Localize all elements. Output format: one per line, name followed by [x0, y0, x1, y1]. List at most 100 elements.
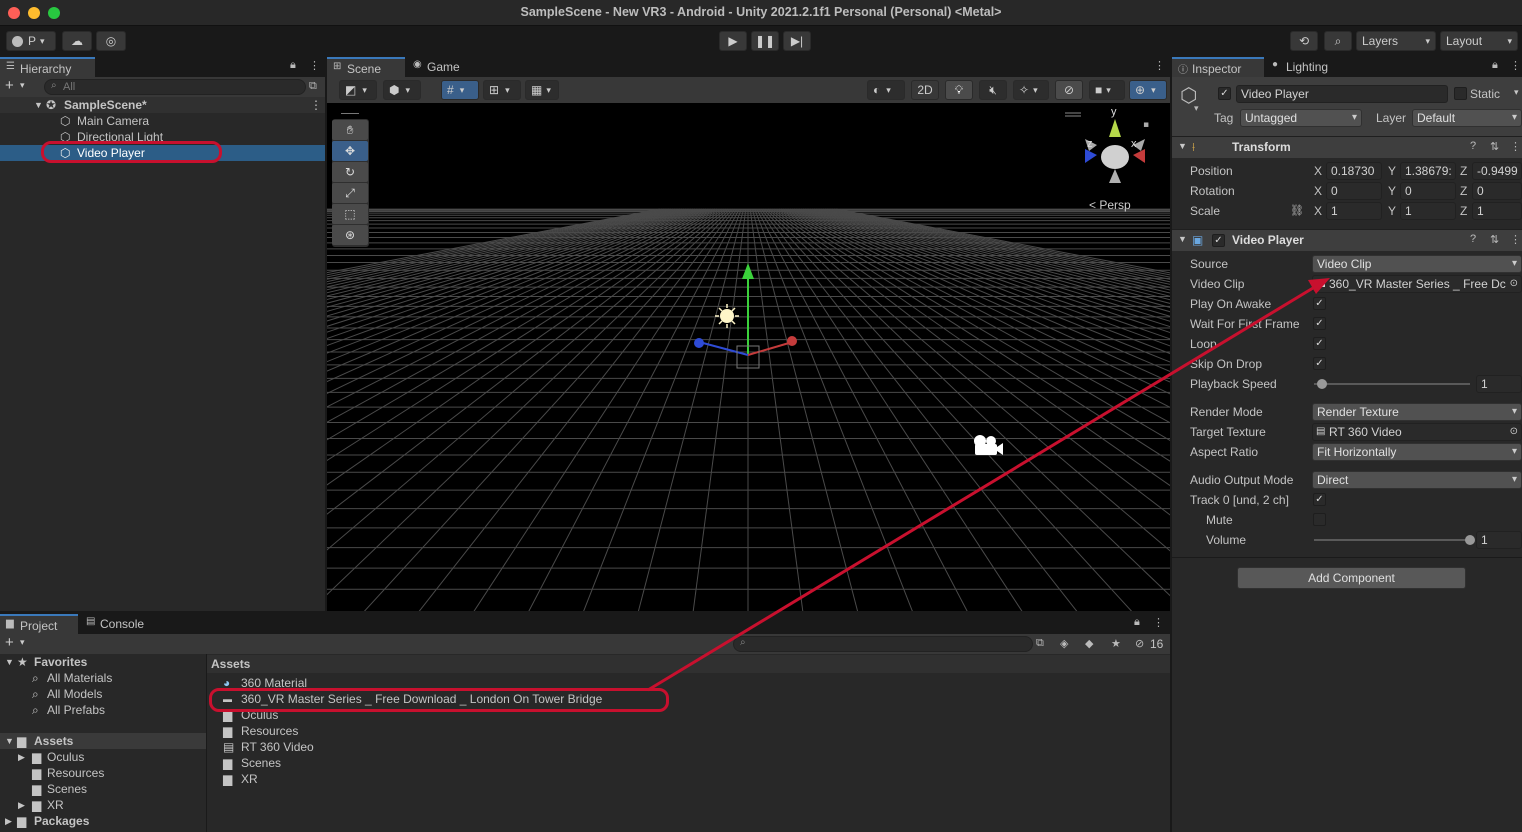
- position-y-input[interactable]: 1.38679:: [1400, 162, 1456, 180]
- tab-game[interactable]: ◉ Game: [407, 57, 477, 77]
- grid-snap-toggle[interactable]: # ▾: [441, 80, 479, 100]
- camera-dropdown[interactable]: ■ ▾: [1089, 80, 1125, 100]
- rotate-tool-button[interactable]: ↻: [332, 162, 368, 182]
- kebab-menu-icon[interactable]: ⋮: [1154, 59, 1165, 72]
- kebab-menu-icon[interactable]: ⋮: [1510, 233, 1521, 246]
- foldout-arrow-icon[interactable]: ▼: [5, 654, 14, 670]
- render-mode-dropdown[interactable]: Render Texture: [1312, 403, 1522, 421]
- foldout-arrow-icon[interactable]: ▼: [1178, 234, 1187, 244]
- source-dropdown[interactable]: Video Clip: [1312, 255, 1522, 273]
- scale-y-input[interactable]: 1: [1400, 202, 1456, 220]
- settings-sliders-icon[interactable]: ⇅: [1490, 233, 1499, 246]
- kebab-menu-icon[interactable]: ⋮: [1153, 616, 1164, 629]
- collab-button[interactable]: ◎: [96, 31, 126, 51]
- active-checkbox[interactable]: ✓: [1218, 87, 1231, 100]
- video-clip-field[interactable]: ▬ 360_VR Master Series _ Free Dc ⊙: [1312, 275, 1522, 293]
- scene-viewport[interactable]: y x z < Persp ▪: [327, 103, 1170, 611]
- video-player-header[interactable]: ▼ ▣ ✓ Video Player ? ⇅ ⋮: [1172, 229, 1522, 251]
- tab-project[interactable]: ▆ Project: [0, 614, 78, 634]
- playback-speed-slider[interactable]: [1314, 379, 1470, 389]
- tab-hierarchy[interactable]: ☰ Hierarchy: [0, 57, 95, 77]
- render-mode-dropdown[interactable]: ⬢ ▾: [383, 80, 421, 100]
- position-x-input[interactable]: 0.18730: [1326, 162, 1382, 180]
- layers-dropdown[interactable]: Layers ▾: [1356, 31, 1436, 51]
- lighting-toggle[interactable]: 💡︎: [945, 80, 973, 100]
- object-name-input[interactable]: Video Player: [1236, 85, 1448, 103]
- settings-sliders-icon[interactable]: ⇅: [1490, 140, 1499, 153]
- kebab-menu-icon[interactable]: ⋮: [1510, 140, 1521, 153]
- shading-dropdown[interactable]: ◐ ▾: [867, 80, 905, 100]
- asset-item[interactable]: ▆ Scenes: [207, 755, 1170, 771]
- expand-arrow-icon[interactable]: ▼: [34, 97, 43, 113]
- search-filter-icon[interactable]: ⧉: [309, 80, 317, 93]
- kebab-menu-icon[interactable]: ⋮: [310, 97, 322, 113]
- history-button[interactable]: ⟲: [1290, 31, 1318, 51]
- tag-dropdown[interactable]: Untagged: [1240, 109, 1362, 127]
- filter-type-icon[interactable]: ◈: [1060, 637, 1068, 650]
- lock-icon[interactable]: 🔒︎: [1134, 616, 1140, 629]
- favorite-item[interactable]: ⌕ All Materials: [0, 670, 206, 686]
- tab-scene[interactable]: ⊞ Scene: [327, 57, 405, 77]
- cloud-button[interactable]: ☁: [62, 31, 92, 51]
- playback-speed-input[interactable]: 1: [1476, 375, 1522, 393]
- audio-output-mode-dropdown[interactable]: Direct: [1312, 471, 1522, 489]
- mute-checkbox[interactable]: [1313, 513, 1326, 526]
- step-button[interactable]: ▶|: [783, 31, 811, 51]
- lock-icon[interactable]: 🔒︎: [1492, 59, 1498, 72]
- visibility-toggle[interactable]: ⊘: [1055, 80, 1083, 100]
- hand-tool-button[interactable]: ✋︎: [332, 120, 368, 140]
- kebab-menu-icon[interactable]: ⋮: [309, 59, 320, 72]
- foldout-arrow-icon[interactable]: ▶: [5, 813, 12, 829]
- object-picker-icon[interactable]: ⊙: [1510, 424, 1518, 440]
- volume-input[interactable]: 1: [1476, 531, 1522, 549]
- drag-handle[interactable]: [341, 113, 359, 114]
- foldout-arrow-icon[interactable]: ▶: [18, 749, 25, 765]
- chevron-down-icon[interactable]: ▾: [1514, 87, 1519, 98]
- chevron-down-icon[interactable]: ▾: [1194, 103, 1199, 114]
- object-picker-icon[interactable]: ⊙: [1510, 276, 1518, 292]
- rotation-z-input[interactable]: 0: [1472, 182, 1522, 200]
- position-z-input[interactable]: -0.9499: [1472, 162, 1522, 180]
- playback-speed-slider-knob[interactable]: [1316, 379, 1327, 389]
- search-by-type-icon[interactable]: ⧉: [1036, 637, 1044, 650]
- favorite-item[interactable]: ⌕ All Prefabs: [0, 702, 206, 718]
- tab-lighting[interactable]: ● Lighting: [1266, 57, 1346, 77]
- add-icon[interactable]: +: [5, 77, 14, 94]
- add-component-button[interactable]: Add Component: [1237, 567, 1466, 589]
- skip-on-drop-checkbox[interactable]: ✓: [1313, 357, 1326, 370]
- foldout-arrow-icon[interactable]: ▼: [5, 733, 14, 749]
- assets-tree-item[interactable]: ▆ Resources: [0, 765, 206, 781]
- foldout-arrow-icon[interactable]: ▶: [18, 797, 25, 813]
- chevron-down-icon[interactable]: ▾: [20, 637, 25, 648]
- chevron-down-icon[interactable]: ▾: [20, 80, 25, 91]
- persp-label[interactable]: < Persp: [1089, 198, 1131, 212]
- video-player-enabled-checkbox[interactable]: ✓: [1212, 234, 1225, 247]
- account-dropdown[interactable]: P ▾: [6, 31, 56, 51]
- z-arrow-icon[interactable]: [694, 338, 704, 348]
- transform-header[interactable]: ▼ ⟊ Transform ? ⇅ ⋮: [1172, 136, 1522, 158]
- wait-first-frame-checkbox[interactable]: ✓: [1313, 317, 1326, 330]
- asset-item[interactable]: ▆ Resources: [207, 723, 1170, 739]
- assets-tree-item[interactable]: ▆ Scenes: [0, 781, 206, 797]
- packages-row[interactable]: ▶ ▆ Packages: [0, 813, 206, 829]
- volume-slider[interactable]: [1314, 535, 1475, 545]
- rotation-x-input[interactable]: 0: [1326, 182, 1382, 200]
- play-on-awake-checkbox[interactable]: ✓: [1313, 297, 1326, 310]
- volume-slider-knob[interactable]: [1465, 535, 1475, 545]
- static-checkbox[interactable]: [1454, 87, 1467, 100]
- tab-inspector[interactable]: ⓘ Inspector: [1172, 57, 1264, 77]
- add-icon[interactable]: +: [5, 634, 14, 651]
- layer-dropdown[interactable]: Default: [1412, 109, 1522, 127]
- rotation-y-input[interactable]: 0: [1400, 182, 1456, 200]
- favorite-item[interactable]: ⌕ All Models: [0, 686, 206, 702]
- gizmos-dropdown[interactable]: ⊕ ▾: [1129, 80, 1167, 100]
- assets-root-row[interactable]: ▼ ▆ Assets: [0, 733, 206, 749]
- hierarchy-item[interactable]: ⬡ Main Camera: [0, 113, 325, 129]
- favorites-row[interactable]: ▼ ★ Favorites: [0, 654, 206, 670]
- assets-tree-item[interactable]: ▶ ▆ Oculus: [0, 749, 206, 765]
- target-texture-field[interactable]: ▤ RT 360 Video ⊙: [1312, 423, 1522, 441]
- scale-tool-button[interactable]: ⤢: [332, 183, 368, 203]
- project-search-input[interactable]: ⌕: [733, 636, 1033, 652]
- draw-mode-dropdown[interactable]: ◩ ▾: [339, 80, 377, 100]
- snap-increment-dropdown[interactable]: ⊞ ▾: [483, 80, 521, 100]
